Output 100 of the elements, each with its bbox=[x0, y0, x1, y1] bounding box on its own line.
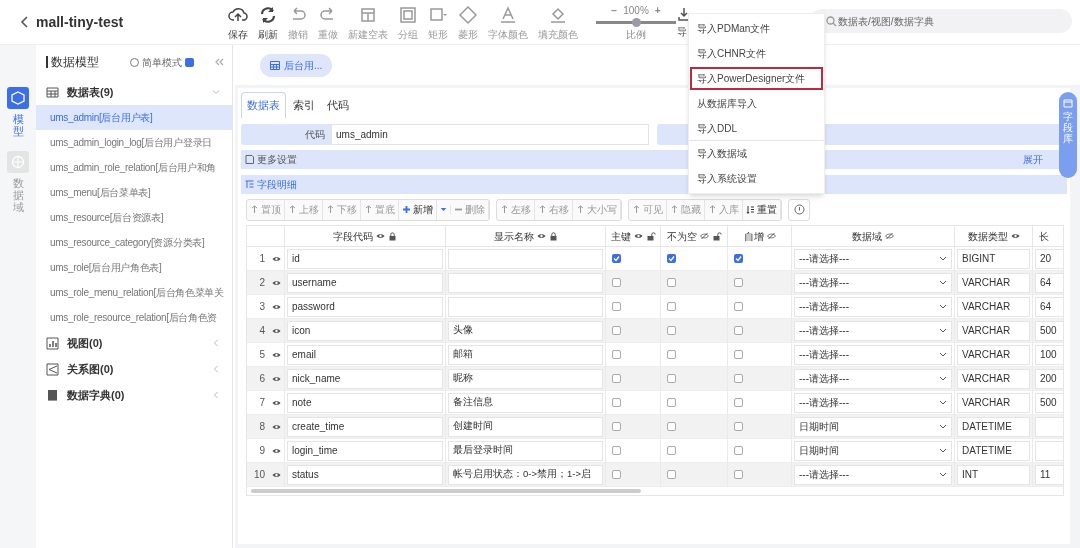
input-field[interactable] bbox=[448, 248, 603, 269]
input-field[interactable]: username bbox=[287, 272, 443, 293]
import-button[interactable]: 导 bbox=[677, 6, 689, 39]
tree-item[interactable]: ums_admin_login_log[后台用户登录日 bbox=[36, 130, 232, 155]
eye-icon[interactable] bbox=[633, 232, 643, 240]
dropdown[interactable]: ---请选择--- bbox=[794, 248, 952, 269]
eye-icon[interactable] bbox=[271, 422, 281, 431]
checkbox[interactable] bbox=[667, 374, 676, 383]
checkbox[interactable] bbox=[667, 326, 676, 335]
input-field[interactable] bbox=[1035, 440, 1063, 461]
input-field[interactable]: VARCHAR bbox=[957, 344, 1030, 365]
back-icon[interactable] bbox=[18, 15, 30, 29]
tree-section[interactable]: 数据字典(0) bbox=[36, 382, 232, 408]
checkbox[interactable] bbox=[612, 398, 621, 407]
lock-icon[interactable] bbox=[388, 231, 397, 241]
tab[interactable]: 代码 bbox=[322, 92, 354, 118]
toolbar-button[interactable]: 保存 bbox=[226, 5, 250, 42]
dropdown[interactable]: ---请选择--- bbox=[794, 296, 952, 317]
input-field[interactable]: INT bbox=[957, 464, 1030, 485]
eye-icon[interactable] bbox=[271, 374, 281, 383]
input-field[interactable]: 帐号启用状态：0->禁用；1->启 bbox=[448, 464, 603, 485]
tab[interactable]: 索引 bbox=[288, 92, 320, 118]
checkbox[interactable] bbox=[185, 57, 194, 67]
dropdown[interactable]: 日期时间 bbox=[794, 440, 952, 461]
checkbox[interactable] bbox=[734, 278, 743, 287]
eye-slash-icon[interactable] bbox=[699, 232, 709, 240]
input-field[interactable]: 64 bbox=[1035, 296, 1063, 317]
checkbox[interactable] bbox=[612, 326, 621, 335]
unlock-icon[interactable] bbox=[711, 231, 722, 241]
eye-icon[interactable] bbox=[271, 350, 281, 359]
eye-icon[interactable] bbox=[271, 302, 281, 311]
open-tab[interactable]: 后台用... bbox=[260, 53, 333, 77]
lock-icon[interactable] bbox=[548, 231, 558, 241]
input-field[interactable]: DATETIME bbox=[957, 440, 1030, 461]
checkbox[interactable] bbox=[734, 470, 743, 479]
slider-thumb[interactable] bbox=[632, 18, 641, 27]
toolbar-button[interactable]: 刷新 bbox=[256, 5, 280, 42]
unlock-icon[interactable] bbox=[645, 231, 656, 241]
checkbox[interactable] bbox=[612, 470, 621, 479]
tree-item[interactable]: ums_role_resource_relation[后台角色资 bbox=[36, 305, 232, 330]
checkbox[interactable] bbox=[667, 350, 676, 359]
tab[interactable]: 数据表 bbox=[241, 92, 286, 118]
eye-icon[interactable] bbox=[271, 398, 281, 407]
input-field[interactable]: 最后登录时间 bbox=[448, 440, 603, 461]
input-field[interactable]: password bbox=[287, 296, 443, 317]
input-field[interactable]: icon bbox=[287, 320, 443, 341]
dropdown[interactable]: ---请选择--- bbox=[794, 464, 952, 485]
search-field[interactable]: 数据表/视图/数据字典 bbox=[810, 9, 1072, 33]
checkbox[interactable] bbox=[612, 350, 621, 359]
rail-tab[interactable]: 模型 bbox=[7, 87, 29, 138]
input-field[interactable]: email bbox=[287, 344, 443, 365]
eye-slash-icon[interactable] bbox=[885, 232, 894, 240]
checkbox[interactable] bbox=[667, 398, 676, 407]
input-field[interactable]: VARCHAR bbox=[957, 272, 1030, 293]
expand-button[interactable]: 展开 bbox=[1023, 152, 1043, 167]
checkbox[interactable] bbox=[612, 422, 621, 431]
input-field[interactable]: 500 bbox=[1035, 320, 1063, 341]
input-field[interactable]: note bbox=[287, 392, 443, 413]
input-field[interactable]: 200 bbox=[1035, 368, 1063, 389]
zoom-out-button[interactable]: − bbox=[611, 3, 618, 18]
zoom-slider[interactable] bbox=[596, 21, 676, 24]
checkbox[interactable] bbox=[612, 446, 621, 455]
checkbox[interactable] bbox=[734, 422, 743, 431]
input-field[interactable]: BIGINT bbox=[957, 248, 1030, 269]
tree-section[interactable]: 视图(0) bbox=[36, 330, 232, 356]
checkbox[interactable] bbox=[667, 302, 676, 311]
input-field[interactable]: 头像 bbox=[448, 320, 603, 341]
dropdown[interactable]: ---请选择--- bbox=[794, 392, 952, 413]
tool-button[interactable]: 重置 bbox=[743, 199, 781, 220]
menu-item[interactable]: 导入DDL bbox=[689, 116, 824, 141]
menu-item[interactable]: 导入CHNR文件 bbox=[689, 41, 824, 66]
input-field[interactable]: 20 bbox=[1035, 248, 1063, 269]
input-field[interactable]: VARCHAR bbox=[957, 392, 1030, 413]
dropdown[interactable]: ---请选择--- bbox=[794, 368, 952, 389]
input-field[interactable]: VARCHAR bbox=[957, 368, 1030, 389]
checkbox[interactable] bbox=[612, 278, 621, 287]
checkbox[interactable] bbox=[734, 374, 743, 383]
eye-icon[interactable] bbox=[271, 254, 281, 263]
eye-slash-icon[interactable] bbox=[766, 232, 776, 240]
checkbox[interactable] bbox=[734, 446, 743, 455]
input-field[interactable]: VARCHAR bbox=[957, 320, 1030, 341]
input-field[interactable]: id bbox=[287, 248, 443, 269]
input-field[interactable]: 备注信息 bbox=[448, 392, 603, 413]
input-field[interactable]: 昵称 bbox=[448, 368, 603, 389]
input-field[interactable]: status bbox=[287, 464, 443, 485]
tree-item[interactable]: ums_role[后台用户角色表] bbox=[36, 255, 232, 280]
input-field[interactable]: 100 bbox=[1035, 344, 1063, 365]
eye-icon[interactable] bbox=[271, 326, 281, 335]
input-field[interactable]: 64 bbox=[1035, 272, 1063, 293]
checkbox[interactable] bbox=[667, 422, 676, 431]
dropdown[interactable]: ---请选择--- bbox=[794, 272, 952, 293]
checkbox[interactable] bbox=[612, 374, 621, 383]
input-field[interactable]: 邮箱 bbox=[448, 344, 603, 365]
eye-icon[interactable] bbox=[536, 232, 546, 240]
checkbox[interactable] bbox=[734, 350, 743, 359]
tree-section[interactable]: 数据表(9) bbox=[36, 79, 232, 105]
dropdown[interactable]: ---请选择--- bbox=[794, 344, 952, 365]
checkbox[interactable] bbox=[734, 398, 743, 407]
info-icon[interactable] bbox=[793, 204, 805, 215]
checkbox[interactable] bbox=[667, 446, 676, 455]
